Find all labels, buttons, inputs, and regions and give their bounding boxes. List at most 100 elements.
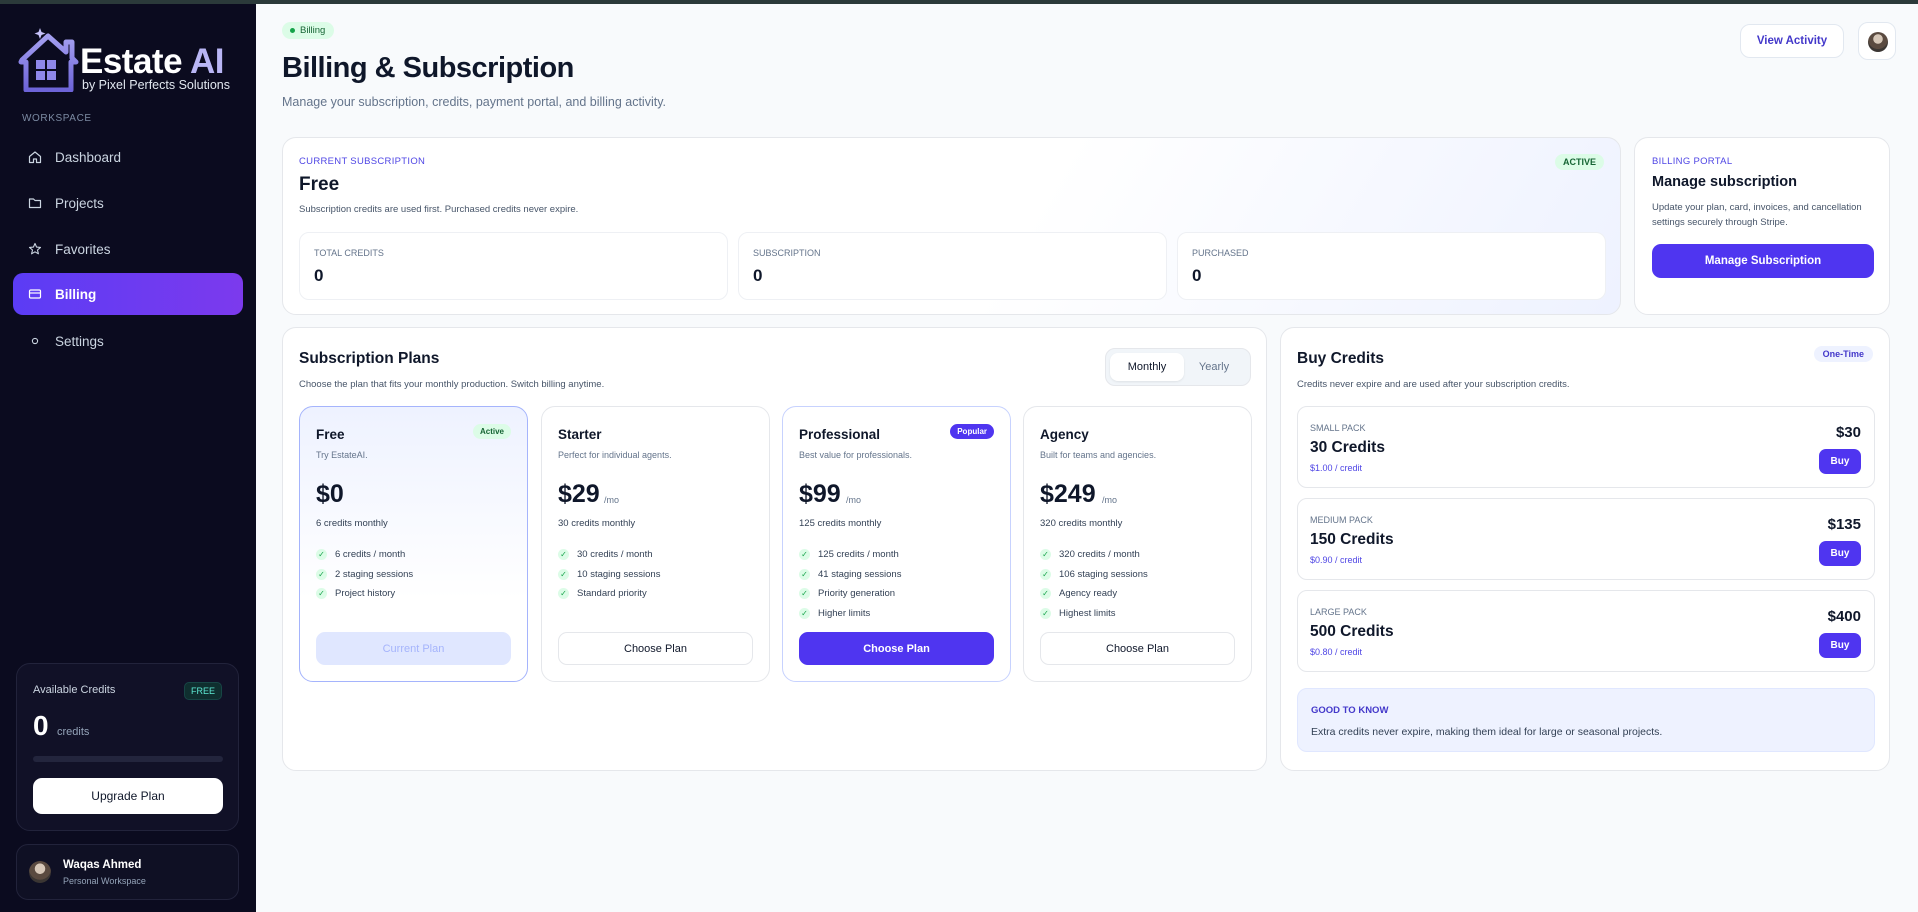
sidebar-item-settings[interactable]: Settings bbox=[13, 320, 243, 362]
sidebar-item-dashboard[interactable]: Dashboard bbox=[13, 136, 243, 178]
plans-title: Subscription Plans bbox=[299, 350, 440, 367]
pack-credits: 500 Credits bbox=[1310, 623, 1394, 640]
choose-plan-button[interactable]: Choose Plan bbox=[558, 632, 753, 665]
stat-value: 0 bbox=[753, 266, 763, 285]
plan-features: ✓ 320 credits / month ✓ 106 staging sessio… bbox=[1040, 545, 1148, 623]
dot-icon bbox=[27, 333, 43, 349]
plan-card-agency: Agency Built for teams and agencies. $24… bbox=[1023, 406, 1252, 682]
pack-label: MEDIUM PACK bbox=[1310, 515, 1373, 525]
sidebar: Estate AI by Pixel Perfects Solutions WO… bbox=[0, 4, 256, 912]
view-activity-button[interactable]: View Activity bbox=[1740, 24, 1844, 58]
status-badge: Active bbox=[472, 424, 511, 439]
pack-unit-price: $0.80 / credit bbox=[1310, 647, 1363, 657]
page-badge: Billing bbox=[282, 22, 335, 39]
star-icon bbox=[27, 241, 43, 257]
stat-label: PURCHASED bbox=[1192, 248, 1249, 258]
sidebar-item-favorites[interactable]: Favorites bbox=[13, 228, 243, 270]
portal-title: Manage subscription bbox=[1652, 174, 1798, 190]
list-item: ✓ 320 credits / month bbox=[1040, 545, 1148, 565]
credit-pack-small: SMALL PACK 30 Credits $1.00 / credit $30… bbox=[1297, 406, 1875, 488]
list-item: ✓ 41 staging sessions bbox=[799, 565, 901, 585]
buy-credits-subtitle: Credits never expire and are used after … bbox=[1297, 379, 1570, 390]
sidebar-item-label: Dashboard bbox=[55, 149, 122, 165]
list-item: ✓ Priority generation bbox=[799, 584, 901, 604]
pack-price: $400 bbox=[1827, 608, 1861, 625]
toggle-monthly[interactable]: Monthly bbox=[1110, 353, 1184, 381]
check-icon: ✓ bbox=[558, 549, 569, 561]
stat-value: 0 bbox=[1192, 266, 1202, 285]
list-item: ✓ 2 staging sessions bbox=[316, 565, 413, 585]
user-profile-card[interactable]: Waqas Ahmed Personal Workspace bbox=[16, 844, 239, 900]
plan-description: Perfect for individual agents. bbox=[558, 450, 672, 460]
user-workspace: Personal Workspace bbox=[63, 876, 146, 886]
buy-button[interactable]: Buy bbox=[1819, 449, 1861, 474]
popular-badge: Popular bbox=[950, 424, 994, 439]
manage-subscription-button[interactable]: Manage Subscription bbox=[1652, 244, 1874, 278]
check-icon: ✓ bbox=[799, 549, 810, 561]
sidebar-item-billing[interactable]: Billing bbox=[13, 273, 243, 315]
brand-logo[interactable]: Estate AI by Pixel Perfects Solutions bbox=[18, 26, 230, 98]
billing-period-toggle: Monthly Yearly bbox=[1105, 348, 1251, 386]
plan-credits: 30 credits monthly bbox=[558, 518, 636, 529]
sidebar-item-projects[interactable]: Projects bbox=[13, 182, 243, 224]
plan-card-starter: Starter Perfect for individual agents. $… bbox=[541, 406, 770, 682]
plan-badge: FREE bbox=[183, 682, 222, 700]
pack-price: $135 bbox=[1827, 516, 1861, 533]
toggle-yearly[interactable]: Yearly bbox=[1176, 353, 1252, 381]
check-icon: ✓ bbox=[558, 588, 569, 600]
pack-unit-price: $0.90 / credit bbox=[1310, 555, 1363, 565]
plan-period: /mo bbox=[604, 495, 620, 505]
buy-button[interactable]: Buy bbox=[1819, 633, 1861, 658]
plan-features: ✓ 30 credits / month ✓ 10 staging sessions… bbox=[558, 545, 660, 604]
note-label: GOOD TO KNOW bbox=[1311, 705, 1389, 716]
plan-card-professional: Professional Popular Best value for prof… bbox=[782, 406, 1011, 682]
stat-subscription-credits: SUBSCRIPTION 0 bbox=[738, 232, 1167, 300]
plan-price: $249 bbox=[1040, 480, 1096, 508]
current-plan-button[interactable]: Current Plan bbox=[316, 632, 511, 665]
billing-portal-card: BILLING PORTAL Manage subscription Updat… bbox=[1634, 137, 1890, 315]
choose-plan-button[interactable]: Choose Plan bbox=[799, 632, 994, 665]
check-icon: ✓ bbox=[1040, 549, 1051, 561]
plan-name: Free bbox=[316, 427, 345, 442]
available-credits-card: Available Credits FREE 0 credits Upgrade… bbox=[16, 663, 239, 831]
current-subscription-card: CURRENT SUBSCRIPTION Free Subscription c… bbox=[282, 137, 1621, 315]
page-subtitle: Manage your subscription, credits, payme… bbox=[282, 95, 666, 109]
pack-label: SMALL PACK bbox=[1310, 423, 1366, 433]
check-icon: ✓ bbox=[558, 568, 569, 580]
list-item: ✓ 10 staging sessions bbox=[558, 565, 660, 585]
portal-eyebrow: BILLING PORTAL bbox=[1652, 156, 1733, 167]
avatar bbox=[1868, 32, 1888, 52]
plan-price: $0 bbox=[316, 480, 344, 508]
choose-plan-button[interactable]: Choose Plan bbox=[1040, 632, 1235, 665]
main-content: Billing Billing & Subscription Manage yo… bbox=[256, 4, 1918, 912]
upgrade-plan-button[interactable]: Upgrade Plan bbox=[33, 778, 223, 814]
card-icon bbox=[27, 286, 43, 302]
sidebar-item-label: Favorites bbox=[55, 241, 111, 257]
list-item: ✓ Agency ready bbox=[1040, 584, 1148, 604]
plan-name: Professional bbox=[799, 427, 881, 442]
stat-label: TOTAL CREDITS bbox=[314, 248, 384, 258]
avatar bbox=[29, 861, 51, 883]
plan-price: $29 bbox=[558, 480, 600, 508]
subscription-note: Subscription credits are used first. Pur… bbox=[299, 204, 579, 215]
plan-credits: 125 credits monthly bbox=[799, 518, 882, 529]
home-icon bbox=[27, 149, 43, 165]
check-icon: ✓ bbox=[799, 607, 810, 619]
credits-label: Available Credits bbox=[33, 684, 116, 696]
brand-title: Estate AI bbox=[80, 42, 224, 81]
one-time-badge: One-Time bbox=[1813, 346, 1873, 362]
stat-value: 0 bbox=[314, 266, 324, 285]
credits-progress-bar bbox=[33, 756, 223, 762]
status-badge: ACTIVE bbox=[1554, 154, 1604, 170]
pack-credits: 150 Credits bbox=[1310, 531, 1394, 548]
check-icon: ✓ bbox=[1040, 568, 1051, 580]
credit-pack-medium: MEDIUM PACK 150 Credits $0.90 / credit $… bbox=[1297, 498, 1875, 580]
user-name: Waqas Ahmed bbox=[63, 859, 142, 871]
note-text: Extra credits never expire, making them … bbox=[1311, 726, 1663, 738]
buy-button[interactable]: Buy bbox=[1819, 541, 1861, 566]
credit-pack-large: LARGE PACK 500 Credits $0.80 / credit $4… bbox=[1297, 590, 1875, 672]
profile-avatar-button[interactable] bbox=[1858, 22, 1896, 60]
good-to-know-note: GOOD TO KNOW Extra credits never expire,… bbox=[1297, 688, 1875, 752]
list-item: ✓ 30 credits / month bbox=[558, 545, 660, 565]
brand-subtitle: by Pixel Perfects Solutions bbox=[82, 78, 230, 92]
